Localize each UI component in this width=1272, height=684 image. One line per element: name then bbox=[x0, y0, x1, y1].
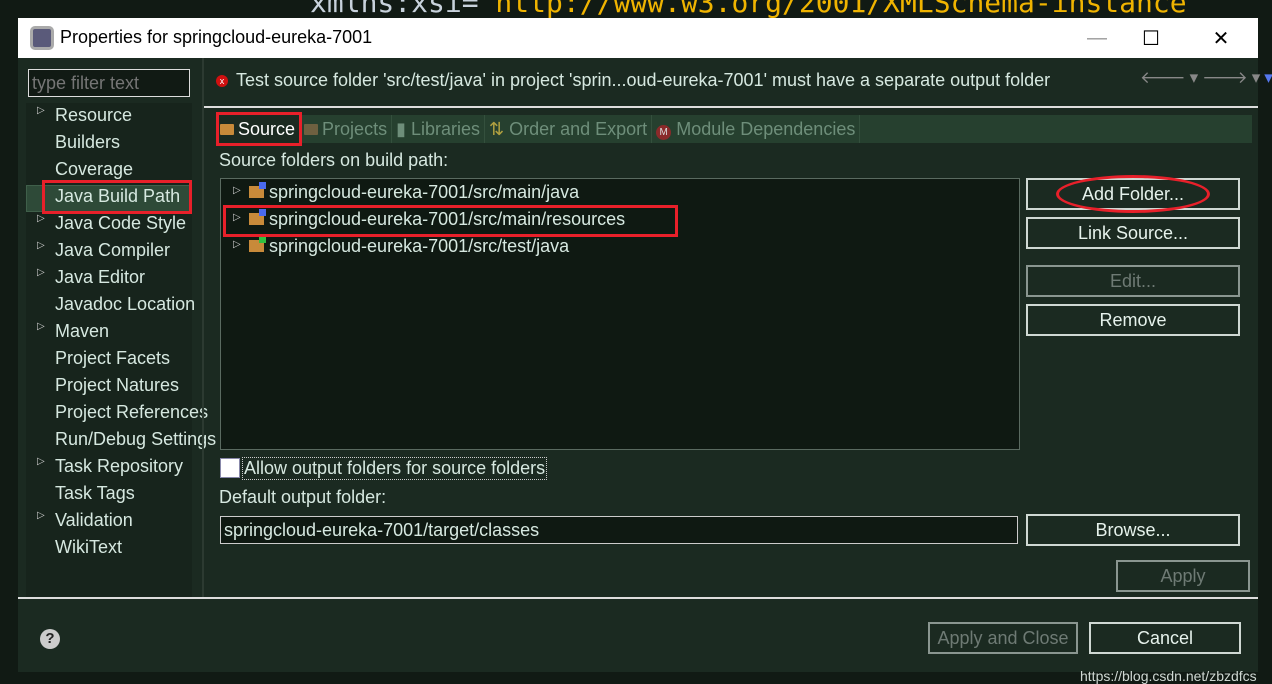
expand-icon[interactable]: ▷ bbox=[37, 456, 45, 467]
sidebar-item[interactable]: Run/Debug Settings bbox=[55, 429, 216, 450]
eclipse-icon bbox=[30, 26, 54, 50]
window-title: Properties for springcloud-eureka-7001 bbox=[60, 27, 373, 47]
help-icon[interactable]: ? bbox=[40, 629, 60, 649]
annotation-box bbox=[216, 112, 302, 146]
default-output-label: Default output folder: bbox=[219, 487, 387, 507]
sidebar-item[interactable]: Coverage bbox=[55, 159, 133, 180]
tab-projects[interactable]: Projects bbox=[300, 115, 393, 143]
forward-icon[interactable]: 🡒▾ bbox=[1202, 68, 1264, 87]
apply-button[interactable]: Apply bbox=[1116, 560, 1250, 592]
sidebar-item-label: Java Code Style bbox=[55, 213, 187, 233]
list-item[interactable]: ▷ springcloud-eureka-7001/src/test/java bbox=[233, 236, 569, 257]
sidebar-item-label: Project Natures bbox=[55, 375, 180, 395]
sidebar-item[interactable]: ▷ Resource bbox=[37, 105, 133, 126]
sidebar-item-label: Java Compiler bbox=[55, 240, 171, 260]
sidebar-tree: ▷ Resource Builders Coverage Java Build Path… bbox=[26, 103, 216, 597]
expand-icon[interactable]: ▷ bbox=[37, 105, 45, 116]
sidebar-item[interactable]: ▷ Java Editor bbox=[37, 267, 146, 288]
folder-icon bbox=[304, 124, 319, 135]
history-nav[interactable]: 🡐▾🡒▾▾ bbox=[1140, 68, 1272, 88]
background-editor-code: xmlns:xsi="http://www.w3.org/2001/XMLSch… bbox=[310, 0, 1204, 19]
annotation-box bbox=[223, 205, 678, 237]
annotation-box bbox=[42, 180, 192, 214]
sidebar-item[interactable]: Project Facets bbox=[55, 348, 170, 369]
sidebar-item[interactable]: WikiText bbox=[55, 537, 122, 558]
sidebar-item-label: Javadoc Location bbox=[55, 294, 196, 314]
tab-order-export[interactable]: ⇅ Order and Export bbox=[485, 115, 653, 143]
status-message: x Test source folder 'src/test/java' in p… bbox=[216, 70, 1050, 91]
expand-icon[interactable]: ▷ bbox=[37, 510, 45, 521]
maximize-button[interactable]: ☐ bbox=[1128, 18, 1174, 58]
sidebar-item[interactable]: ▷ Java Compiler bbox=[37, 240, 171, 261]
annotation-ellipse bbox=[1056, 175, 1210, 213]
error-icon: x bbox=[216, 75, 228, 87]
sidebar-item-label: Project References bbox=[55, 402, 209, 422]
sidebar-item[interactable]: ▷ Maven bbox=[37, 321, 110, 342]
title-bar: Properties for springcloud-eureka-7001 —… bbox=[18, 18, 1258, 58]
expand-icon[interactable]: ▷ bbox=[37, 213, 45, 224]
package-folder-icon bbox=[249, 236, 266, 252]
back-icon[interactable]: 🡐▾ bbox=[1140, 68, 1202, 87]
sidebar-item-label: Builders bbox=[55, 132, 121, 152]
sidebar-item-label: WikiText bbox=[55, 537, 122, 557]
cancel-button[interactable]: Cancel bbox=[1089, 622, 1241, 654]
properties-dialog: Properties for springcloud-eureka-7001 —… bbox=[18, 18, 1272, 684]
browse-button[interactable]: Browse... bbox=[1026, 514, 1240, 546]
sidebar-item-label: Validation bbox=[55, 510, 133, 530]
close-button[interactable]: ✕ bbox=[1198, 18, 1244, 58]
sidebar-item[interactable]: ▷ Validation bbox=[37, 510, 133, 531]
sidebar-item[interactable]: ▷ Task Repository bbox=[37, 456, 184, 477]
sidebar-item-label: Project Facets bbox=[55, 348, 171, 368]
expand-icon[interactable]: ▷ bbox=[233, 239, 241, 250]
list-item[interactable]: ▷ springcloud-eureka-7001/src/main/java bbox=[233, 182, 579, 203]
expand-icon[interactable]: ▷ bbox=[37, 240, 45, 251]
remove-button[interactable]: Remove bbox=[1026, 304, 1240, 336]
allow-output-label[interactable]: Allow output folders for source folders bbox=[242, 457, 548, 480]
divider bbox=[18, 597, 1258, 599]
menu-icon[interactable]: ▾ bbox=[1264, 68, 1272, 87]
sidebar-item-label: Resource bbox=[55, 105, 133, 125]
sidebar-item[interactable]: Builders bbox=[55, 132, 120, 153]
sidebar-item-label: Maven bbox=[55, 321, 110, 341]
sidebar-item[interactable]: Javadoc Location bbox=[55, 294, 195, 315]
sidebar-item[interactable]: ▷ Java Code Style bbox=[37, 213, 187, 234]
expand-icon[interactable]: ▷ bbox=[37, 321, 45, 332]
sidebar-item[interactable]: Project References bbox=[55, 402, 208, 423]
tab-bar: Source Projects ▮ Libraries ⇅ Order and … bbox=[216, 115, 1252, 143]
apply-and-close-button[interactable]: Apply and Close bbox=[928, 622, 1078, 654]
minimize-button[interactable]: — bbox=[1074, 18, 1120, 58]
sidebar-item-label: Run/Debug Settings bbox=[55, 429, 217, 449]
sidebar-item-label: Coverage bbox=[55, 159, 134, 179]
order-icon: ⇅ bbox=[489, 119, 510, 139]
sidebar-item[interactable]: Project Natures bbox=[55, 375, 179, 396]
default-output-input[interactable] bbox=[220, 516, 1018, 544]
expand-icon[interactable]: ▷ bbox=[37, 267, 45, 278]
sidebar-item[interactable]: Task Tags bbox=[55, 483, 135, 504]
panel-divider bbox=[202, 58, 204, 598]
tab-libraries[interactable]: ▮ Libraries bbox=[392, 115, 486, 143]
allow-output-checkbox[interactable] bbox=[220, 458, 240, 478]
divider bbox=[204, 106, 1258, 108]
book-icon: ▮ bbox=[396, 119, 411, 139]
package-folder-icon bbox=[249, 182, 266, 198]
tab-module-dependencies[interactable]: M Module Dependencies bbox=[652, 115, 861, 143]
edit-button[interactable]: Edit... bbox=[1026, 265, 1240, 297]
link-source-button[interactable]: Link Source... bbox=[1026, 217, 1240, 249]
sidebar-item-label: Task Tags bbox=[55, 483, 135, 503]
source-folders-label: Source folders on build path: bbox=[219, 150, 449, 170]
sidebar-item-label: Java Editor bbox=[55, 267, 146, 287]
watermark: https://blog.csdn.net/zbzdfcs bbox=[1080, 668, 1257, 684]
filter-input[interactable] bbox=[28, 69, 190, 97]
expand-icon[interactable]: ▷ bbox=[233, 185, 241, 196]
sidebar-item-label: Task Repository bbox=[55, 456, 184, 476]
maven-icon: M bbox=[656, 125, 672, 140]
